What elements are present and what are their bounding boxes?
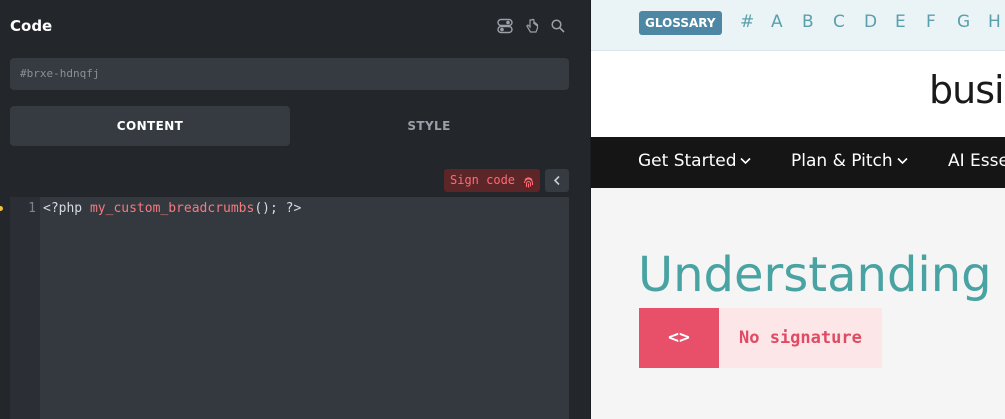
nav-label: Plan & Pitch: [791, 151, 893, 171]
builder-panel: Code #brxe-hdnqfj CONTENT STYLE Sign cod…: [0, 0, 590, 419]
code-php-open: <?php: [43, 201, 90, 216]
toggle-icon[interactable]: [497, 18, 513, 34]
sign-code-label: Sign code: [450, 173, 516, 187]
glossary-letters: # A B C D E F G H: [740, 12, 1005, 32]
editor-gutter: 1: [10, 197, 40, 419]
tab-content[interactable]: CONTENT: [10, 106, 290, 146]
main-nav: Get Started Plan & Pitch AI Esse: [591, 137, 1005, 188]
panel-title: Code: [10, 17, 53, 35]
nav-label: Get Started: [638, 151, 737, 171]
glossary-letter[interactable]: B: [802, 12, 833, 32]
logo-area: busi: [591, 51, 1005, 137]
code-editor[interactable]: 1 <?php my_custom_breadcrumbs(); ?>: [10, 197, 569, 419]
chevron-left-icon: [553, 175, 560, 186]
site-logo[interactable]: busi: [929, 68, 1005, 112]
glossary-letter[interactable]: C: [833, 12, 864, 32]
pointer-icon[interactable]: [524, 18, 540, 34]
glossary-badge[interactable]: GLOSSARY: [639, 11, 722, 35]
glossary-letter[interactable]: E: [895, 12, 926, 32]
search-icon[interactable]: [550, 18, 566, 34]
glossary-letter[interactable]: A: [771, 12, 802, 32]
glossary-letter[interactable]: H: [988, 12, 1005, 32]
code-brackets-icon: <>: [668, 327, 690, 348]
hero-title: Understanding: [638, 247, 992, 303]
glossary-letter[interactable]: D: [864, 12, 895, 32]
tab-style[interactable]: STYLE: [289, 106, 569, 146]
nav-item-plan-pitch[interactable]: Plan & Pitch: [791, 151, 908, 171]
sign-code-button[interactable]: Sign code: [444, 169, 540, 192]
code-line[interactable]: <?php my_custom_breadcrumbs(); ?>: [43, 201, 301, 216]
nav-item-get-started[interactable]: Get Started: [638, 151, 752, 171]
signature-label: No signature: [739, 328, 862, 348]
fingerprint-icon: [522, 174, 535, 197]
glossary-letter[interactable]: F: [926, 12, 957, 32]
nav-item-ai-essentials[interactable]: AI Esse: [948, 151, 1005, 171]
glossary-bar: GLOSSARY # A B C D E F G H: [591, 0, 1005, 51]
glossary-letter[interactable]: #: [740, 12, 771, 32]
code-function: my_custom_breadcrumbs: [89, 201, 255, 216]
element-id-field[interactable]: #brxe-hdnqfj: [10, 58, 569, 90]
page-preview: GLOSSARY # A B C D E F G H busi Get Star…: [590, 0, 1005, 419]
nav-label: AI Esse: [948, 151, 1005, 171]
glossary-letter[interactable]: G: [957, 12, 988, 32]
code-icon: <>: [639, 308, 719, 368]
collapse-button[interactable]: [545, 169, 569, 192]
line-number: 1: [28, 201, 36, 216]
line-marker: [0, 206, 3, 211]
code-php-close: (); ?>: [254, 201, 302, 216]
chevron-down-icon: [897, 157, 908, 165]
signature-status: <> No signature: [639, 308, 882, 368]
chevron-down-icon: [740, 157, 752, 165]
